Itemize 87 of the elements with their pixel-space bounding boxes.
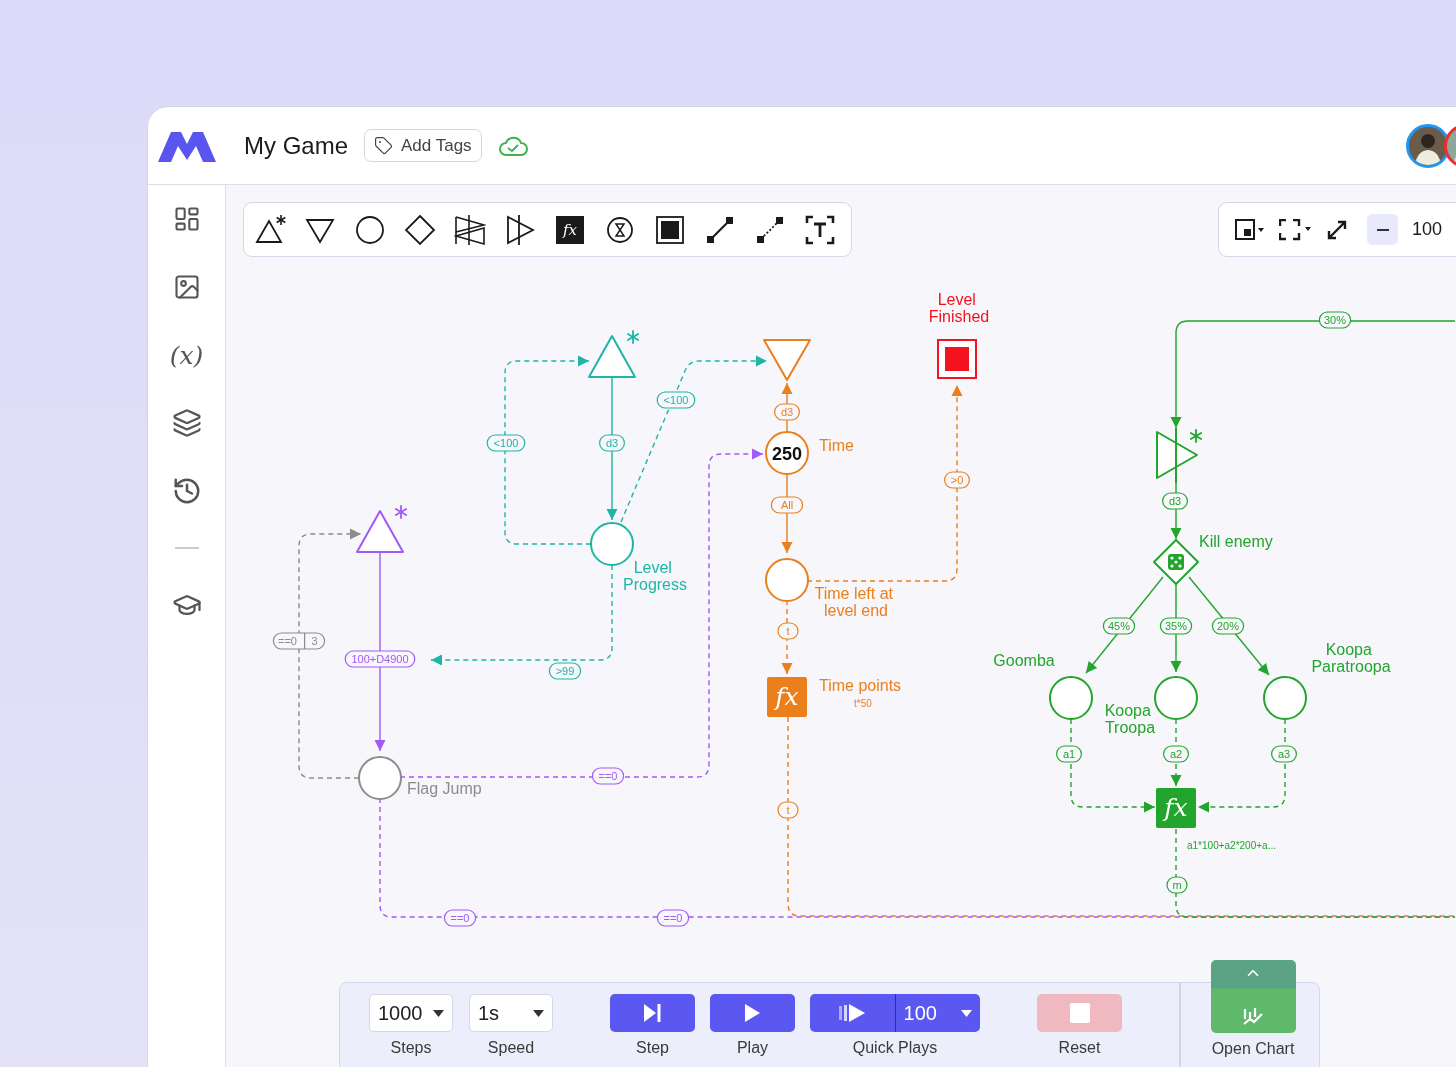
formula-tool[interactable]: fx: [554, 213, 586, 246]
connector-label: 100+D4900: [344, 650, 416, 668]
minus-icon: [1376, 228, 1389, 231]
double-triangle-icon[interactable]: [454, 213, 486, 246]
circle-node: [765, 558, 809, 602]
connector-label: a2: [1163, 745, 1189, 763]
text-tool-icon[interactable]: [804, 213, 836, 246]
circle-icon[interactable]: [354, 213, 386, 246]
control-label: Reset: [1058, 1039, 1101, 1057]
control-label: Play: [736, 1039, 769, 1057]
circle-node: [1154, 676, 1198, 720]
connector-label: >99: [548, 662, 582, 680]
circle-node: [1263, 676, 1307, 720]
control-label: Step: [636, 1039, 669, 1057]
control-label: Open Chart: [1211, 1040, 1295, 1058]
control-label: Steps: [390, 1039, 432, 1057]
node-label: Level Progress: [623, 559, 687, 593]
formula-node: fx: [1156, 788, 1196, 828]
step-button[interactable]: [610, 994, 695, 1032]
connector-label: 35%: [1159, 617, 1193, 635]
connector-label: ==0 3: [272, 632, 326, 650]
circle-node: 250: [765, 431, 809, 475]
node-label: Kill enemy: [1199, 533, 1273, 550]
connector-label: 45%: [1102, 617, 1136, 635]
connector-label: a3: [1271, 745, 1297, 763]
converter-icon[interactable]: [504, 213, 536, 246]
connector-label: <100: [656, 391, 696, 409]
minimap-dropdown-icon[interactable]: [1235, 218, 1265, 241]
play-icon: [745, 1004, 760, 1022]
add-tags-button[interactable]: Add Tags: [364, 129, 482, 162]
zoom-out-button[interactable]: [1367, 214, 1398, 245]
steps-dropdown[interactable]: 1000: [369, 994, 453, 1032]
connector-label: ==0: [443, 909, 477, 927]
open-chart-button[interactable]: [1210, 960, 1296, 1033]
caret-icon: [533, 1009, 544, 1017]
node-label: Level Finished: [928, 291, 990, 325]
tag-icon: [374, 136, 393, 155]
circle-node: [358, 756, 402, 800]
diamond-node: [1153, 539, 1199, 585]
caret-icon: [960, 1009, 972, 1017]
fit-view-dropdown-icon[interactable]: [1279, 218, 1313, 241]
connector-label: d3: [774, 403, 800, 421]
connector-label: 20%: [1211, 617, 1245, 635]
formula-text: a1*100+a2*200+a...: [1187, 840, 1276, 851]
node-label: Flag Jump: [407, 780, 482, 797]
logo[interactable]: [158, 129, 216, 162]
connector-label: ==0: [656, 909, 690, 927]
node-label: Goomba: [993, 652, 1055, 669]
circle-node: [1049, 676, 1093, 720]
connector-label: 30%: [1318, 311, 1352, 329]
node-label: Time left at level end: [814, 585, 894, 619]
variables-button[interactable]: (x): [169, 339, 204, 371]
formula-text: t*50: [854, 698, 872, 709]
node-label: Time: [819, 437, 854, 454]
project-title: My Game: [244, 131, 348, 160]
stop-icon: [1069, 1003, 1090, 1023]
node-label: Koopa Paratroopa: [1311, 641, 1391, 675]
triangle-star-icon[interactable]: [254, 213, 286, 246]
square-node: [937, 339, 977, 379]
inverted-triangle-node: [763, 339, 811, 381]
chart-icon: [1242, 1007, 1264, 1025]
connector-label: All: [770, 496, 804, 514]
connector-label: >0: [944, 471, 970, 489]
zoom-level: 100: [1412, 219, 1443, 240]
connector-label: ==0: [591, 767, 625, 785]
connector-label: d3: [1162, 492, 1188, 510]
play-button[interactable]: [710, 994, 795, 1032]
connector-label: m: [1166, 876, 1188, 894]
connector-label: d3: [599, 434, 625, 452]
control-label: Quick Plays: [852, 1039, 938, 1057]
square-icon[interactable]: [654, 213, 686, 246]
connector-label: a1: [1056, 745, 1082, 763]
cloud-check-icon: [497, 134, 528, 157]
connector-label: t: [777, 622, 799, 640]
caret-icon: [433, 1009, 444, 1017]
formula-node: fx: [767, 677, 807, 717]
fast-play-icon: [838, 1004, 866, 1022]
connector-label: t: [777, 801, 799, 819]
control-label: Speed: [487, 1039, 535, 1057]
diamond-icon[interactable]: [404, 213, 436, 246]
node-label: Time points: [819, 677, 902, 694]
expand-icon[interactable]: [1327, 219, 1347, 240]
connector-label: <100: [486, 434, 526, 452]
step-icon: [644, 1004, 661, 1022]
node-label: Koopa Troopa: [1104, 702, 1156, 736]
speed-dropdown[interactable]: 1s: [469, 994, 553, 1032]
circle-node: [590, 522, 634, 566]
